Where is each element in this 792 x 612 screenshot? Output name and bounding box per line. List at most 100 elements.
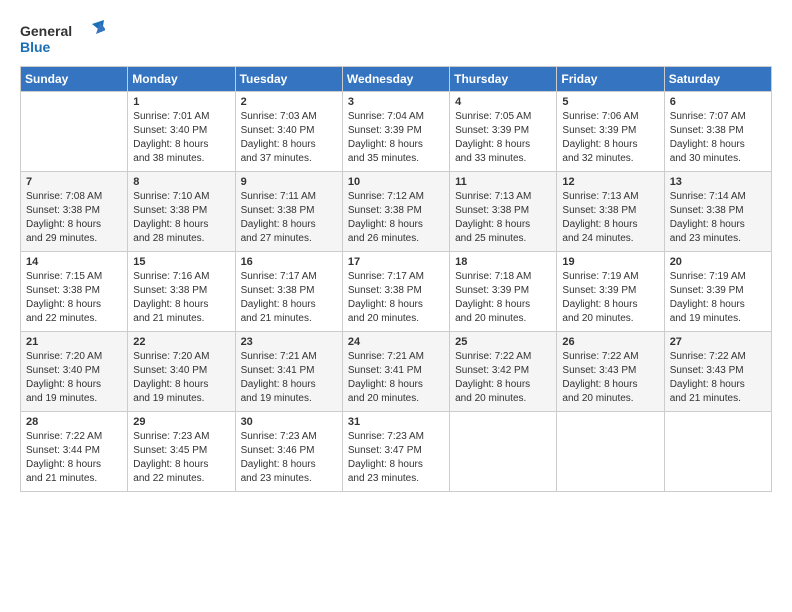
calendar-cell: 5 Sunrise: 7:06 AMSunset: 3:39 PMDaylight… [557,92,664,172]
svg-text:General: General [20,23,72,39]
calendar-cell: 14Sunrise: 7:15 AMSunset: 3:38 PMDayligh… [21,252,128,332]
calendar-cell: 13 Sunrise: 7:14 AMSunset: 3:38 PMDayligh… [664,172,771,252]
day-number: 11 [455,176,551,188]
day-info: Sunrise: 7:23 AMSunset: 3:45 PMDaylight:… [133,430,229,486]
calendar-cell: 9Sunrise: 7:11 AMSunset: 3:38 PMDaylight… [235,172,342,252]
weekday-header-sunday: Sunday [21,67,128,92]
calendar-cell: 17 Sunrise: 7:17 AMSunset: 3:38 PMDayligh… [342,252,449,332]
day-info: Sunrise: 7:13 AMSunset: 3:38 PMDaylight:… [562,190,658,246]
day-info: Sunrise: 7:10 AMSunset: 3:38 PMDaylight:… [133,190,229,246]
day-info: Sunrise: 7:04 AMSunset: 3:39 PMDaylight:… [348,110,444,166]
day-number: 23 [241,336,337,348]
day-number: 26 [562,336,658,348]
calendar-cell: 2Sunrise: 7:03 AMSunset: 3:40 PMDaylight… [235,92,342,172]
calendar-cell: 21 Sunrise: 7:20 AMSunset: 3:40 PMDayligh… [21,332,128,412]
calendar-cell: 4 Sunrise: 7:05 AMSunset: 3:39 PMDaylight… [450,92,557,172]
day-info: Sunrise: 7:06 AMSunset: 3:39 PMDaylight:… [562,110,658,166]
calendar-week-row: 1 Sunrise: 7:01 AMSunset: 3:40 PMDaylight… [21,92,772,172]
day-number: 16 [241,256,337,268]
calendar-cell [450,412,557,492]
calendar-week-row: 7 Sunrise: 7:08 AMSunset: 3:38 PMDaylight… [21,172,772,252]
calendar-cell: 24 Sunrise: 7:21 AMSunset: 3:41 PMDayligh… [342,332,449,412]
day-number: 21 [26,336,122,348]
calendar-cell: 22Sunrise: 7:20 AMSunset: 3:40 PMDayligh… [128,332,235,412]
day-info: Sunrise: 7:18 AMSunset: 3:39 PMDaylight:… [455,270,551,326]
day-number: 18 [455,256,551,268]
calendar-cell: 23 Sunrise: 7:21 AMSunset: 3:41 PMDayligh… [235,332,342,412]
day-info: Sunrise: 7:22 AMSunset: 3:44 PMDaylight:… [26,430,122,486]
calendar-week-row: 14Sunrise: 7:15 AMSunset: 3:38 PMDayligh… [21,252,772,332]
calendar-cell: 10 Sunrise: 7:12 AMSunset: 3:38 PMDayligh… [342,172,449,252]
day-number: 7 [26,176,122,188]
day-info: Sunrise: 7:12 AMSunset: 3:38 PMDaylight:… [348,190,444,246]
day-number: 8 [133,176,229,188]
calendar-cell: 25 Sunrise: 7:22 AMSunset: 3:42 PMDayligh… [450,332,557,412]
calendar-cell: 11Sunrise: 7:13 AMSunset: 3:38 PMDayligh… [450,172,557,252]
day-info: Sunrise: 7:08 AMSunset: 3:38 PMDaylight:… [26,190,122,246]
day-info: Sunrise: 7:16 AMSunset: 3:38 PMDaylight:… [133,270,229,326]
calendar-cell [21,92,128,172]
calendar-cell: 8 Sunrise: 7:10 AMSunset: 3:38 PMDaylight… [128,172,235,252]
day-info: Sunrise: 7:15 AMSunset: 3:38 PMDaylight:… [26,270,122,326]
calendar-cell: 15 Sunrise: 7:16 AMSunset: 3:38 PMDayligh… [128,252,235,332]
page-container: General Blue SundayMondayTuesdayWednesda… [20,20,772,492]
weekday-header-tuesday: Tuesday [235,67,342,92]
day-info: Sunrise: 7:14 AMSunset: 3:38 PMDaylight:… [670,190,766,246]
day-number: 13 [670,176,766,188]
day-info: Sunrise: 7:20 AMSunset: 3:40 PMDaylight:… [133,350,229,406]
weekday-header-row: SundayMondayTuesdayWednesdayThursdayFrid… [21,67,772,92]
calendar-cell [557,412,664,492]
day-info: Sunrise: 7:17 AMSunset: 3:38 PMDaylight:… [241,270,337,326]
calendar-cell: 16 Sunrise: 7:17 AMSunset: 3:38 PMDayligh… [235,252,342,332]
weekday-header-wednesday: Wednesday [342,67,449,92]
day-info: Sunrise: 7:07 AMSunset: 3:38 PMDaylight:… [670,110,766,166]
weekday-header-monday: Monday [128,67,235,92]
day-number: 12 [562,176,658,188]
calendar-cell: 3Sunrise: 7:04 AMSunset: 3:39 PMDaylight… [342,92,449,172]
calendar-cell: 6 Sunrise: 7:07 AMSunset: 3:38 PMDaylight… [664,92,771,172]
generalblue-logo-icon: General Blue [20,20,105,58]
day-number: 17 [348,256,444,268]
day-number: 2 [241,96,337,108]
calendar-cell: 19 Sunrise: 7:19 AMSunset: 3:39 PMDayligh… [557,252,664,332]
day-info: Sunrise: 7:11 AMSunset: 3:38 PMDaylight:… [241,190,337,246]
calendar-cell: 30 Sunrise: 7:23 AMSunset: 3:46 PMDayligh… [235,412,342,492]
calendar-cell: 12 Sunrise: 7:13 AMSunset: 3:38 PMDayligh… [557,172,664,252]
day-info: Sunrise: 7:22 AMSunset: 3:42 PMDaylight:… [455,350,551,406]
day-info: Sunrise: 7:19 AMSunset: 3:39 PMDaylight:… [562,270,658,326]
day-info: Sunrise: 7:23 AMSunset: 3:46 PMDaylight:… [241,430,337,486]
day-info: Sunrise: 7:20 AMSunset: 3:40 PMDaylight:… [26,350,122,406]
day-number: 10 [348,176,444,188]
day-number: 6 [670,96,766,108]
day-info: Sunrise: 7:22 AMSunset: 3:43 PMDaylight:… [562,350,658,406]
calendar-week-row: 21 Sunrise: 7:20 AMSunset: 3:40 PMDayligh… [21,332,772,412]
day-info: Sunrise: 7:05 AMSunset: 3:39 PMDaylight:… [455,110,551,166]
svg-text:Blue: Blue [20,39,51,55]
day-info: Sunrise: 7:01 AMSunset: 3:40 PMDaylight:… [133,110,229,166]
header: General Blue [20,20,772,58]
day-number: 24 [348,336,444,348]
calendar-cell: 1 Sunrise: 7:01 AMSunset: 3:40 PMDaylight… [128,92,235,172]
logo: General Blue [20,20,105,58]
day-number: 4 [455,96,551,108]
day-info: Sunrise: 7:21 AMSunset: 3:41 PMDaylight:… [348,350,444,406]
day-info: Sunrise: 7:23 AMSunset: 3:47 PMDaylight:… [348,430,444,486]
day-number: 15 [133,256,229,268]
day-info: Sunrise: 7:21 AMSunset: 3:41 PMDaylight:… [241,350,337,406]
weekday-header-saturday: Saturday [664,67,771,92]
day-number: 1 [133,96,229,108]
day-number: 25 [455,336,551,348]
weekday-header-friday: Friday [557,67,664,92]
day-info: Sunrise: 7:17 AMSunset: 3:38 PMDaylight:… [348,270,444,326]
weekday-header-thursday: Thursday [450,67,557,92]
day-number: 20 [670,256,766,268]
calendar-cell: 29Sunrise: 7:23 AMSunset: 3:45 PMDayligh… [128,412,235,492]
day-number: 5 [562,96,658,108]
calendar-cell: 26 Sunrise: 7:22 AMSunset: 3:43 PMDayligh… [557,332,664,412]
day-number: 19 [562,256,658,268]
calendar-cell: 20Sunrise: 7:19 AMSunset: 3:39 PMDayligh… [664,252,771,332]
calendar-cell: 27Sunrise: 7:22 AMSunset: 3:43 PMDayligh… [664,332,771,412]
calendar-week-row: 28Sunrise: 7:22 AMSunset: 3:44 PMDayligh… [21,412,772,492]
calendar-cell [664,412,771,492]
day-number: 30 [241,416,337,428]
